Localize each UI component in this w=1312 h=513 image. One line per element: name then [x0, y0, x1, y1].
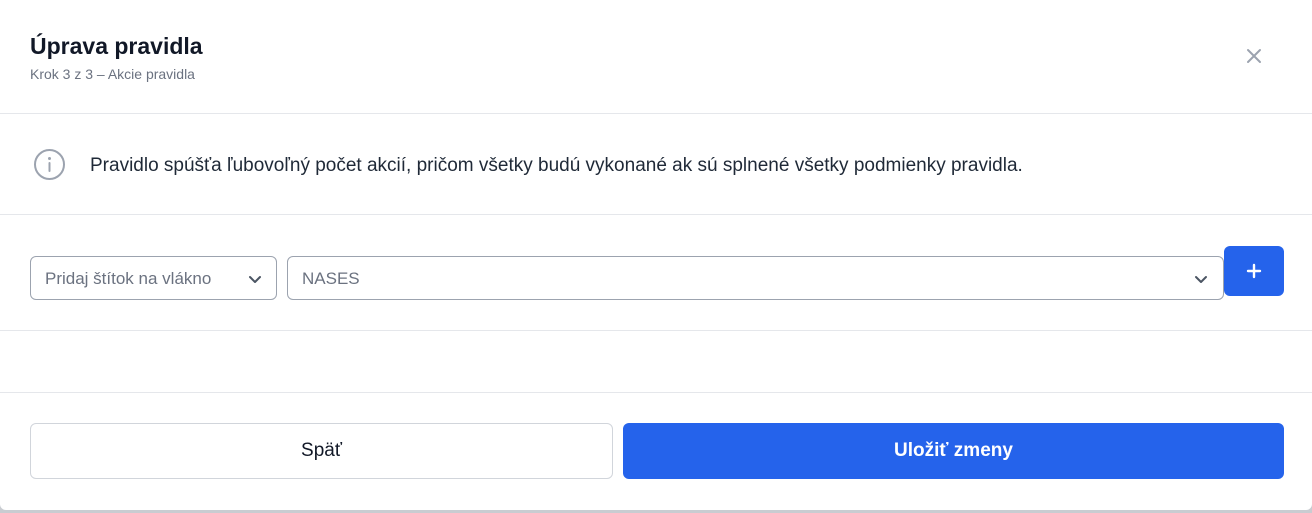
edit-rule-dialog: Úprava pravidla Krok 3 z 3 – Akcie pravi…	[0, 0, 1312, 510]
chevron-down-icon	[1195, 276, 1207, 283]
save-changes-button[interactable]: Uložiť zmeny	[623, 423, 1284, 479]
action-type-value: Pridaj štítok na vlákno	[45, 269, 212, 288]
dialog-subtitle: Krok 3 z 3 – Akcie pravidla	[30, 66, 195, 82]
info-text: Pravidlo spúšťa ľubovoľný počet akcií, p…	[90, 155, 1023, 176]
action-type-select[interactable]: Pridaj štítok na vlákno	[30, 256, 277, 300]
label-value-select[interactable]: NASES	[287, 256, 1224, 300]
add-action-button[interactable]	[1224, 246, 1284, 296]
rule-action-row: Pridaj štítok na vlákno NASES	[0, 215, 1312, 331]
dialog-footer: Späť Uložiť zmeny	[0, 392, 1312, 510]
info-icon	[34, 149, 65, 180]
close-button[interactable]	[1240, 42, 1268, 70]
back-button[interactable]: Späť	[30, 423, 613, 479]
dialog-header: Úprava pravidla Krok 3 z 3 – Akcie pravi…	[0, 0, 1312, 114]
plus-icon	[1246, 263, 1262, 279]
dialog-title: Úprava pravidla	[30, 33, 203, 59]
close-icon	[1247, 49, 1261, 63]
info-banner: Pravidlo spúšťa ľubovoľný počet akcií, p…	[0, 114, 1312, 215]
chevron-down-icon	[249, 276, 261, 283]
label-value: NASES	[302, 269, 360, 288]
